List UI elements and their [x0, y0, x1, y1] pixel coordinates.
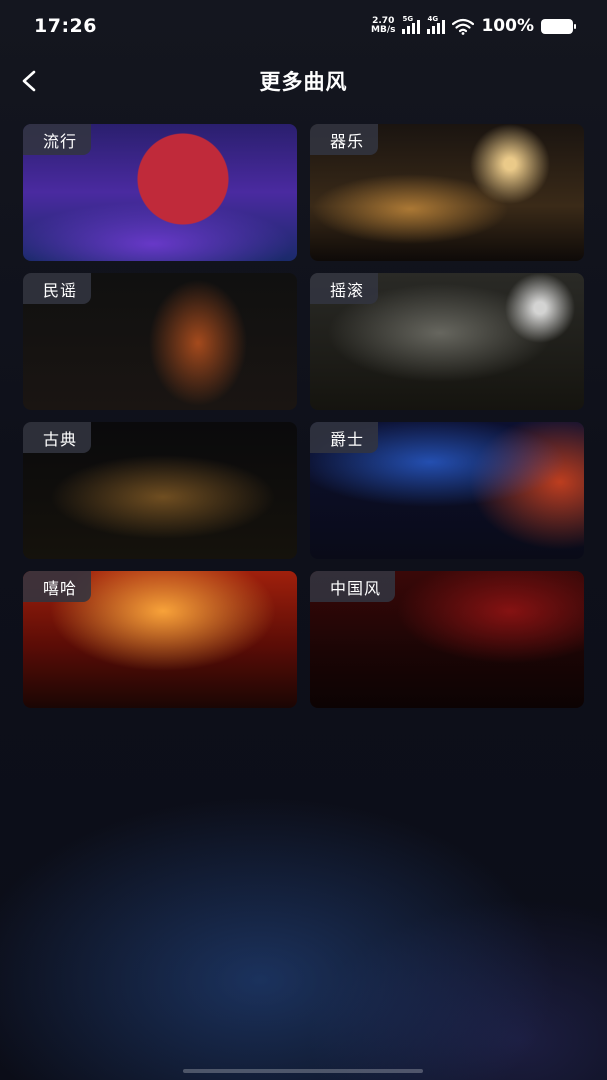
page-title: 更多曲风: [259, 70, 348, 94]
genre-card-hiphop[interactable]: 嘻哈: [23, 571, 297, 708]
battery-icon: [541, 18, 576, 34]
status-time: 17:26: [34, 15, 97, 37]
genre-card-classical[interactable]: 古典: [23, 422, 297, 559]
signal-5g-icon: 5G: [402, 15, 421, 34]
signal-4g-icon: 4G: [427, 15, 446, 34]
network-speed-unit: MB/s: [371, 25, 396, 35]
sim1-label: 5G: [402, 15, 414, 23]
status-icons: 2.70 MB/s 5G 4G 100%: [371, 15, 576, 36]
genre-card-rock[interactable]: 摇滚: [310, 273, 584, 410]
genre-label: 古典: [23, 422, 92, 453]
genre-card-instrumental[interactable]: 器乐: [310, 124, 584, 261]
genre-label: 中国风: [310, 571, 396, 602]
genre-card-chinese-style[interactable]: 中国风: [310, 571, 584, 708]
genre-label: 流行: [23, 124, 92, 155]
header: 更多曲风: [0, 52, 607, 110]
genre-label: 嘻哈: [23, 571, 92, 602]
wifi-icon: [452, 18, 475, 35]
genre-card-jazz[interactable]: 爵士: [310, 422, 584, 559]
status-bar: 17:26 2.70 MB/s 5G 4G 100%: [0, 0, 607, 52]
genre-label: 民谣: [23, 273, 92, 304]
network-speed: 2.70 MB/s: [371, 17, 395, 35]
chevron-left-icon: [22, 70, 36, 92]
genre-card-folk[interactable]: 民谣: [23, 273, 297, 410]
genre-label: 器乐: [310, 124, 379, 155]
back-button[interactable]: [12, 64, 46, 98]
genre-card-pop[interactable]: 流行: [23, 124, 297, 261]
sim2-label: 4G: [427, 15, 439, 23]
genre-label: 摇滚: [310, 273, 379, 304]
genre-label: 爵士: [310, 422, 379, 453]
home-indicator[interactable]: [183, 1069, 423, 1073]
battery-percent: 100%: [481, 16, 534, 36]
genre-grid: 流行 器乐 民谣 摇滚 古典 爵士 嘻哈 中国风: [23, 124, 584, 708]
